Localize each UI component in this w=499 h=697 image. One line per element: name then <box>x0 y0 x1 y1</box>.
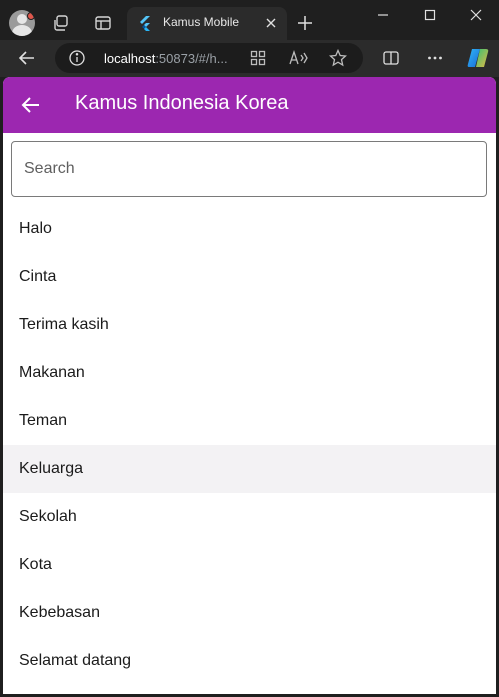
list-item[interactable]: Kebebasan <box>3 589 496 637</box>
new-tab-icon[interactable] <box>294 12 316 34</box>
workspaces-icon[interactable] <box>50 12 72 34</box>
browser-tab[interactable]: Kamus Mobile <box>127 7 287 40</box>
back-icon[interactable] <box>16 47 38 69</box>
list-item[interactable]: Selamat datang <box>3 637 496 685</box>
search-input[interactable] <box>11 141 487 197</box>
split-screen-icon[interactable] <box>380 47 402 69</box>
tab-title: Kamus Mobile <box>163 15 240 29</box>
list-item[interactable]: Cinta <box>3 253 496 301</box>
list-item[interactable]: Halo <box>3 205 496 253</box>
maximize-icon[interactable] <box>419 4 441 26</box>
back-arrow-icon[interactable] <box>19 93 43 117</box>
list-item[interactable]: Terima kasih <box>3 301 496 349</box>
page-title: Kamus Indonesia Korea <box>75 92 289 114</box>
favorite-star-icon[interactable] <box>327 47 349 69</box>
app-available-icon[interactable] <box>247 47 269 69</box>
profile-avatar-icon[interactable] <box>9 10 35 36</box>
copilot-icon[interactable] <box>465 45 491 71</box>
browser-toolbar: localhost:50873/#/h... <box>0 40 499 77</box>
list-item[interactable]: Teman <box>3 397 496 445</box>
list-item[interactable]: Makanan <box>3 349 496 397</box>
close-tab-icon[interactable] <box>263 15 279 31</box>
word-list: Halo Cinta Terima kasih Makanan Teman Ke… <box>3 205 496 685</box>
address-bar[interactable]: localhost:50873/#/h... <box>55 43 363 73</box>
list-item-hovered[interactable]: Keluarga <box>3 445 496 493</box>
url-text[interactable]: localhost:50873/#/h... <box>104 51 228 66</box>
app-bar: Kamus Indonesia Korea <box>3 77 496 133</box>
list-item[interactable]: Kota <box>3 541 496 589</box>
app-window: Kamus Indonesia Korea Halo Cinta Terima … <box>3 77 496 694</box>
more-menu-icon[interactable] <box>424 47 446 69</box>
close-window-icon[interactable] <box>465 4 487 26</box>
browser-tab-strip: Kamus Mobile <box>0 0 499 40</box>
tab-actions-icon[interactable] <box>92 12 114 34</box>
list-item[interactable]: Sekolah <box>3 493 496 541</box>
read-aloud-icon[interactable] <box>287 47 309 69</box>
flutter-icon <box>140 16 150 31</box>
minimize-icon[interactable] <box>372 4 394 26</box>
site-info-icon[interactable] <box>66 47 88 69</box>
